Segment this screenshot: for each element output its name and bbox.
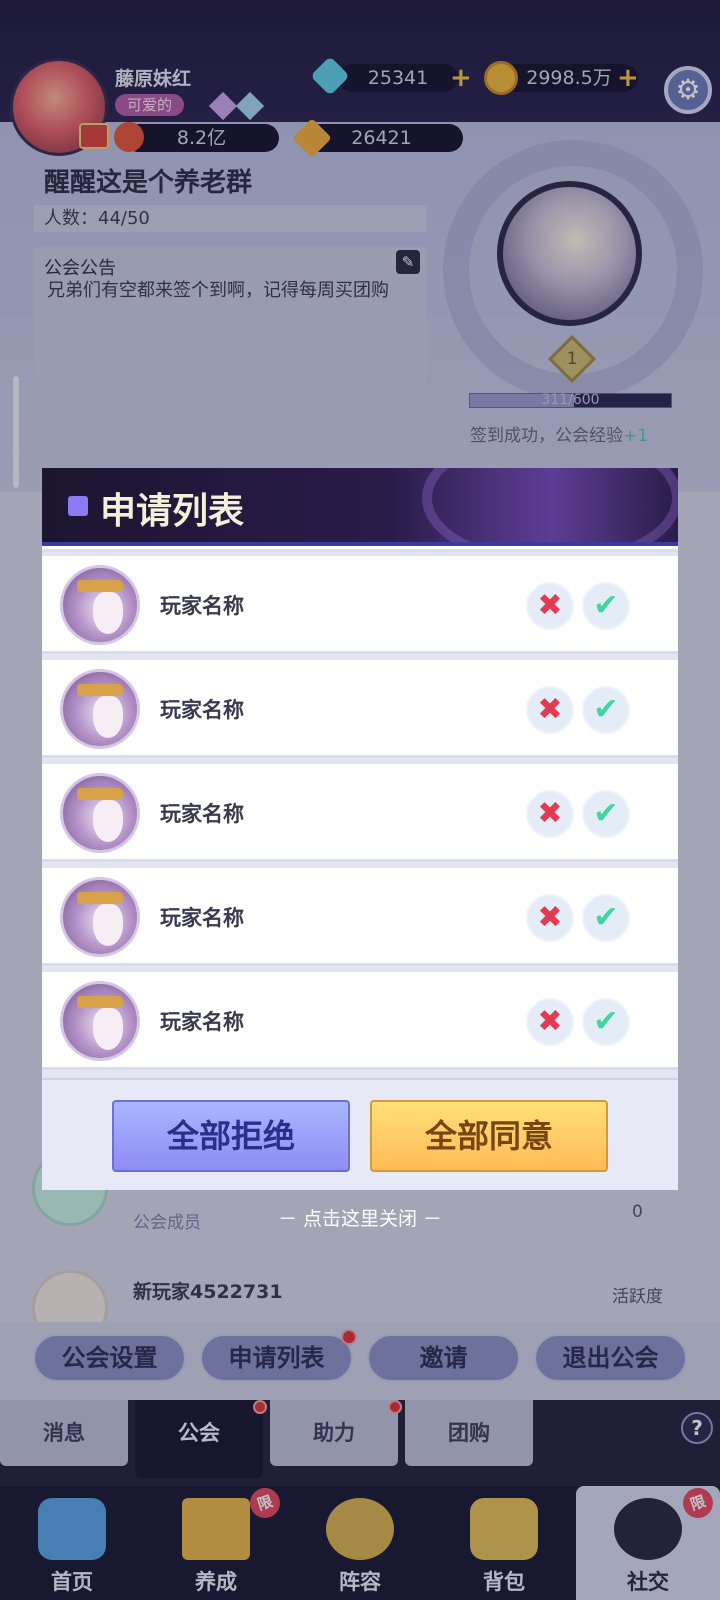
applicant-list[interactable]: 玩家名称 ✖ ✔ 玩家名称 ✖ ✔ 玩家名称 ✖ ✔ 玩家名称 ✖ ✔ 玩家名称… bbox=[42, 546, 678, 1078]
close-icon: ✖ bbox=[537, 1004, 563, 1039]
check-icon: ✔ bbox=[593, 900, 619, 935]
check-icon: ✔ bbox=[593, 692, 619, 727]
close-icon: ✖ bbox=[537, 900, 563, 935]
modal-footer: 全部拒绝 全部同意 bbox=[42, 1078, 678, 1190]
close-hint[interactable]: － 点击这里关闭 － bbox=[0, 1204, 720, 1231]
reject-button[interactable]: ✖ bbox=[526, 790, 574, 838]
accept-all-button[interactable]: 全部同意 bbox=[370, 1100, 608, 1172]
avatar-band bbox=[77, 996, 123, 1008]
list-item bbox=[42, 546, 678, 552]
list-item: 玩家名称 ✖ ✔ bbox=[42, 764, 678, 862]
check-icon: ✔ bbox=[593, 1004, 619, 1039]
applicant-name: 玩家名称 bbox=[160, 801, 244, 826]
modal-title: 申请列表 bbox=[100, 490, 245, 532]
accept-button[interactable]: ✔ bbox=[582, 582, 630, 630]
avatar-face bbox=[93, 800, 123, 842]
reject-all-button[interactable]: 全部拒绝 bbox=[112, 1100, 350, 1172]
applicant-name: 玩家名称 bbox=[160, 905, 244, 930]
applicant-avatar[interactable] bbox=[60, 669, 140, 749]
applicant-avatar[interactable] bbox=[60, 877, 140, 957]
reject-button[interactable]: ✖ bbox=[526, 686, 574, 734]
accept-button[interactable]: ✔ bbox=[582, 686, 630, 734]
close-icon: ✖ bbox=[537, 692, 563, 727]
avatar-band bbox=[77, 684, 123, 696]
list-item: 玩家名称 ✖ ✔ bbox=[42, 972, 678, 1070]
close-icon: ✖ bbox=[537, 796, 563, 831]
applicant-name: 玩家名称 bbox=[160, 1009, 244, 1034]
avatar-face bbox=[93, 1008, 123, 1050]
list-item: 玩家名称 ✖ ✔ bbox=[42, 556, 678, 654]
applicant-name: 玩家名称 bbox=[160, 697, 244, 722]
accept-button[interactable]: ✔ bbox=[582, 894, 630, 942]
applicant-avatar[interactable] bbox=[60, 773, 140, 853]
close-icon: ✖ bbox=[537, 588, 563, 623]
apply-list-modal: 申请列表 玩家名称 ✖ ✔ 玩家名称 ✖ ✔ 玩家名称 ✖ ✔ 玩家名称 ✖ ✔ bbox=[42, 468, 678, 1190]
avatar-band bbox=[77, 892, 123, 904]
avatar-face bbox=[93, 592, 123, 634]
check-icon: ✔ bbox=[593, 796, 619, 831]
applicant-avatar[interactable] bbox=[60, 565, 140, 645]
applicant-name: 玩家名称 bbox=[160, 593, 244, 618]
title-marker-icon bbox=[68, 496, 88, 516]
reject-button[interactable]: ✖ bbox=[526, 582, 574, 630]
list-item: 玩家名称 ✖ ✔ bbox=[42, 660, 678, 758]
accept-button[interactable]: ✔ bbox=[582, 998, 630, 1046]
applicant-avatar[interactable] bbox=[60, 981, 140, 1061]
reject-button[interactable]: ✖ bbox=[526, 998, 574, 1046]
reject-button[interactable]: ✖ bbox=[526, 894, 574, 942]
avatar-face bbox=[93, 696, 123, 738]
accept-button[interactable]: ✔ bbox=[582, 790, 630, 838]
avatar-band bbox=[77, 788, 123, 800]
modal-header: 申请列表 bbox=[42, 468, 678, 568]
list-item: 玩家名称 ✖ ✔ bbox=[42, 868, 678, 966]
avatar-band bbox=[77, 580, 123, 592]
avatar-face bbox=[93, 904, 123, 946]
check-icon: ✔ bbox=[593, 588, 619, 623]
